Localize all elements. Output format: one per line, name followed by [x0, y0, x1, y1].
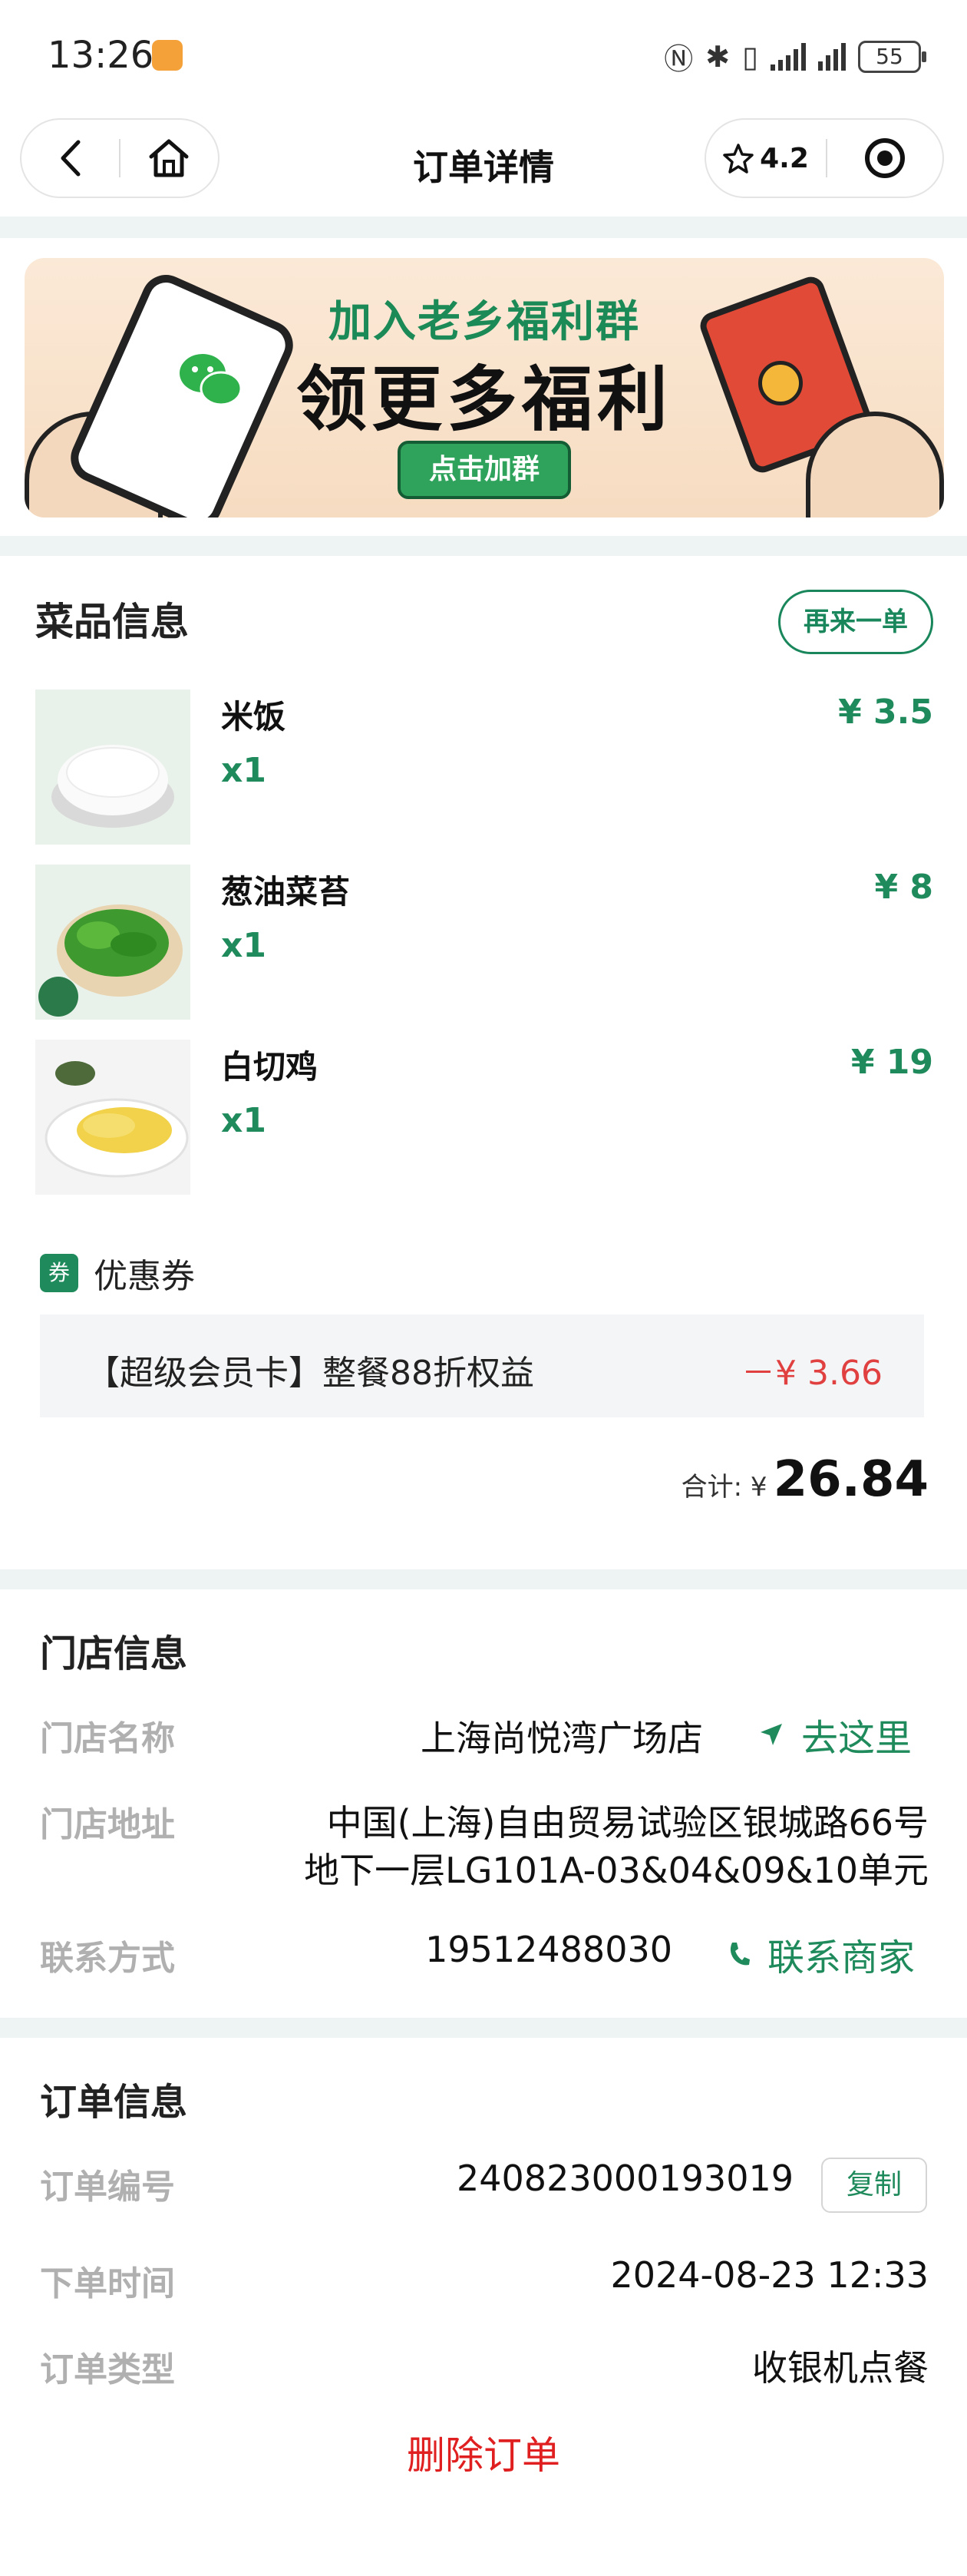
store-address-label: 门店地址	[40, 1805, 175, 1844]
vibrate-icon: ▯	[742, 39, 758, 74]
navigate-label: 去这里	[801, 1717, 913, 1760]
dish-image-chicken	[35, 1040, 190, 1195]
dish-price: ¥ 3.5	[838, 693, 933, 732]
dish-name: 白切鸡	[221, 1048, 318, 1086]
store-name-value: 上海尚悦湾广场店	[421, 1718, 703, 1759]
order-section-title: 订单信息	[40, 2081, 188, 2124]
total-label: 合计: ¥	[681, 1472, 767, 1503]
store-section-title: 门店信息	[40, 1632, 188, 1675]
dish-price: ¥ 8	[874, 868, 933, 907]
coupon-header: 券 优惠券	[40, 1248, 195, 1298]
dish-price: ¥ 19	[850, 1043, 933, 1082]
nav-bar: 订单详情 4.2	[0, 107, 967, 207]
dish-image-greens	[35, 865, 190, 1020]
dish-quantity: x1	[221, 751, 266, 790]
reorder-button[interactable]: 再来一单	[778, 590, 933, 654]
dish-image-rice	[35, 689, 190, 845]
total-value: 26.84	[773, 1451, 929, 1508]
rating-button[interactable]: 4.2	[706, 143, 826, 174]
store-address-line2: 地下一层LG101A-03&04&09&10单元	[304, 1850, 929, 1891]
order-number-label: 订单编号	[40, 2168, 175, 2207]
order-total: 合计: ¥ 26.84	[682, 1451, 929, 1508]
delete-order-button[interactable]: 删除订单	[0, 2425, 967, 2480]
coupon-name: 【超级会员卡】整餐88折权益	[86, 1354, 534, 1393]
dishes-section-title: 菜品信息	[35, 600, 189, 644]
dish-item: 葱油菜苔 x1 ¥ 8	[35, 865, 933, 1023]
status-bar: 13:26 Ⓝ ✱ ▯ 55	[0, 0, 967, 107]
star-icon	[723, 144, 754, 174]
order-time-value: 2024-08-23 12:33	[610, 2254, 929, 2296]
navigate-arrow-icon	[761, 1724, 782, 1745]
copy-order-number-button[interactable]: 复制	[821, 2158, 927, 2213]
join-group-button[interactable]: 点击加群	[398, 441, 571, 499]
coupon-title: 优惠券	[94, 1257, 195, 1296]
section-divider	[0, 217, 967, 238]
nfc-icon: Ⓝ	[664, 42, 694, 76]
coupon-row: 【超级会员卡】整餐88折权益 －¥ 3.66	[40, 1314, 924, 1417]
order-type-value: 收银机点餐	[752, 2347, 929, 2389]
call-store-button[interactable]: 联系商家	[728, 1927, 915, 1981]
status-time: 13:26	[48, 34, 154, 77]
bluetooth-icon: ✱	[705, 39, 731, 74]
coupon-icon: 券	[40, 1254, 78, 1292]
order-number-value: 240823000193019	[457, 2158, 794, 2199]
order-type-label: 订单类型	[40, 2350, 175, 2389]
battery-icon: 55	[858, 40, 926, 73]
dish-name: 葱油菜苔	[221, 873, 351, 911]
close-miniapp-button[interactable]	[827, 137, 942, 180]
status-icons: Ⓝ ✱ ▯ 55	[664, 35, 926, 78]
nav-capsule-right: 4.2	[705, 118, 944, 198]
rating-value: 4.2	[760, 142, 809, 174]
call-store-label: 联系商家	[767, 1936, 916, 1979]
store-contact-label: 联系方式	[40, 1939, 175, 1978]
coupon-discount: －¥ 3.66	[741, 1354, 883, 1393]
store-phone-value[interactable]: 19512488030	[425, 1929, 672, 1970]
section-divider	[0, 536, 967, 556]
section-divider	[0, 1569, 967, 1589]
order-time-label: 下单时间	[40, 2264, 175, 2303]
store-name-label: 门店名称	[40, 1719, 175, 1758]
target-icon	[865, 138, 905, 178]
app-notification-icon	[152, 40, 183, 71]
store-address-line1: 中国(上海)自由贸易试验区银城路66号	[326, 1802, 929, 1844]
signal-icon-2	[818, 42, 846, 71]
dish-name: 米饭	[221, 698, 286, 736]
dish-quantity: x1	[221, 1101, 266, 1140]
dish-quantity: x1	[221, 926, 266, 965]
coin-illustration	[758, 361, 803, 405]
section-divider	[0, 2018, 967, 2038]
navigate-button[interactable]: 去这里	[758, 1708, 912, 1761]
dish-item: 米饭 x1 ¥ 3.5	[35, 689, 933, 848]
promo-banner[interactable]: 加入老乡福利群 领更多福利 点击加群	[25, 258, 944, 518]
signal-icon	[771, 42, 806, 71]
phone-icon	[730, 1943, 750, 1966]
dish-item: 白切鸡 x1 ¥ 19	[35, 1040, 933, 1198]
